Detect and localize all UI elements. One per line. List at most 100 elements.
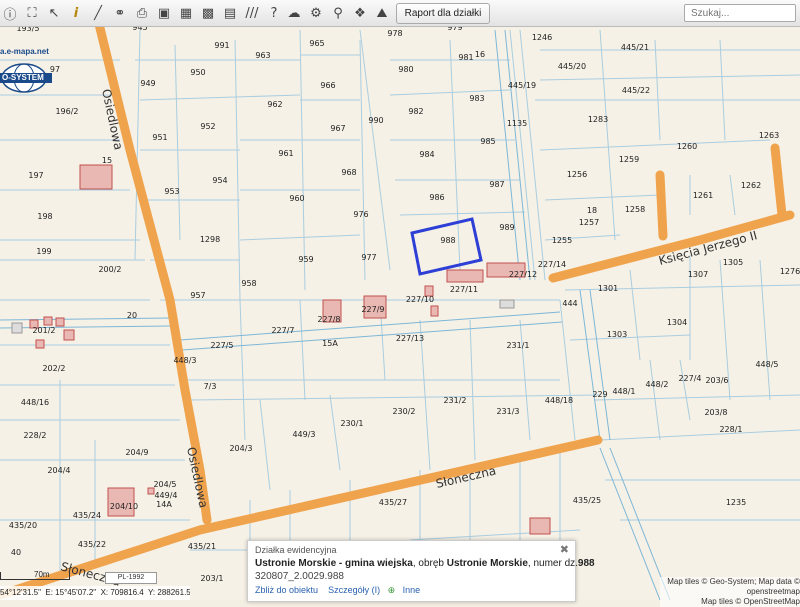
coord-x: X: 709816.4 xyxy=(100,588,144,597)
plot-number-label: 1298 xyxy=(200,235,220,244)
plot-number-label: 991 xyxy=(214,41,229,50)
popup-description: Ustronie Morskie - gmina wiejska, obręb … xyxy=(255,558,595,569)
plot-number-label: 962 xyxy=(267,100,282,109)
road-label-osiedlowa-bottom: Osiedlowa xyxy=(184,446,211,509)
zoom-search-icon[interactable]: ⚲ xyxy=(328,3,348,23)
window-icon[interactable]: ▩ xyxy=(198,3,218,23)
layers-icon[interactable]: ▤ xyxy=(220,3,240,23)
geo-system-logo[interactable]: O-SYSTEM xyxy=(0,62,52,94)
plot-number-label: 963 xyxy=(255,51,270,60)
map-canvas[interactable]: Osiedlowa Słoneczna Księcia Jerzego II O… xyxy=(0,0,800,600)
coordinates-readout: 54°12'31.5" E: 15°45'07.2" X: 709816.4 Y… xyxy=(0,586,190,600)
plot-number-label: 445/22 xyxy=(622,86,650,95)
selected-parcel-988[interactable] xyxy=(410,217,483,276)
plot-number-label: 20 xyxy=(127,311,137,320)
scale-text: 70m xyxy=(34,570,50,579)
plot-number-label: 966 xyxy=(320,81,335,90)
plot-number-label: 984 xyxy=(419,150,434,159)
plot-number-label: 1257 xyxy=(579,218,599,227)
plot-number-label: 228/1 xyxy=(719,425,742,434)
attribution-line-3: Map tiles © OpenStreetMap xyxy=(701,597,800,606)
plot-number-label: 990 xyxy=(368,116,383,125)
plot-number-label: 198 xyxy=(37,212,52,221)
plot-number-label: 445/20 xyxy=(558,62,586,71)
plot-number-label: 448/5 xyxy=(755,360,778,369)
plot-number-label: 967 xyxy=(330,124,345,133)
plot-number-label: 957 xyxy=(190,291,205,300)
info-icon[interactable]: ⓘ xyxy=(0,3,20,23)
help-icon[interactable]: ? xyxy=(264,3,284,23)
plot-number-label: 203/6 xyxy=(705,376,728,385)
plot-number-label: 227/14 xyxy=(538,260,566,269)
plot-number-label: 227/13 xyxy=(396,334,424,343)
projection-select[interactable]: PL-1992 xyxy=(105,572,157,584)
plot-number-label: 959 xyxy=(298,255,313,264)
plot-number-label: 444 xyxy=(562,299,577,308)
select-arrow-icon[interactable]: ↖ xyxy=(44,3,64,23)
sail-icon[interactable]: ⛰ xyxy=(372,3,392,23)
close-icon[interactable]: ✖ xyxy=(560,543,569,556)
image-icon[interactable]: ▦ xyxy=(176,3,196,23)
plot-number-label: 448/2 xyxy=(645,380,668,389)
cloud-icon[interactable]: ☁ xyxy=(284,3,304,23)
plot-number-label: 960 xyxy=(289,194,304,203)
plot-number-label: 1255 xyxy=(552,236,572,245)
popup-parcel-id: 320807_2.0029.988 xyxy=(255,571,344,582)
info-italic-icon[interactable]: i xyxy=(66,3,86,23)
fullscreen-icon[interactable]: ⛶ xyxy=(22,3,42,23)
search-input[interactable] xyxy=(684,4,796,22)
plot-number-label: 1303 xyxy=(607,330,627,339)
popup-district: Ustronie Morskie xyxy=(446,558,528,569)
plot-number-label: 988 xyxy=(440,236,455,245)
plot-number-label: 981 xyxy=(458,53,473,62)
plot-number-label: 982 xyxy=(408,107,423,116)
logo-url-text: a.e-mapa.net xyxy=(0,47,49,56)
coord-lon: E: 15°45'07.2" xyxy=(45,588,97,597)
plot-number-label: 18 xyxy=(587,206,597,215)
pin-icon[interactable]: ❖ xyxy=(350,3,370,23)
plot-number-label: 985 xyxy=(480,137,495,146)
plot-number-label: 231/2 xyxy=(443,396,466,405)
plot-number-label: 435/24 xyxy=(73,511,101,520)
print-icon[interactable]: ⎙ xyxy=(132,3,152,23)
plot-number-label: 958 xyxy=(241,279,256,288)
plot-number-label: 201/2 xyxy=(32,326,55,335)
plot-number-label: 448/16 xyxy=(21,398,49,407)
plot-number-label: 952 xyxy=(200,122,215,131)
gallery-icon[interactable]: ▣ xyxy=(154,3,174,23)
plot-number-label: 7/3 xyxy=(204,382,217,391)
settings-icon[interactable]: ⚙ xyxy=(306,3,326,23)
plot-number-label: 1304 xyxy=(667,318,687,327)
plot-number-label: 1301 xyxy=(598,284,618,293)
plot-number-label: 203/1 xyxy=(200,574,223,583)
plot-number-label: 227/10 xyxy=(406,295,434,304)
measure-line-icon[interactable]: ╱ xyxy=(88,3,108,23)
plot-number-label: 228/2 xyxy=(23,431,46,440)
zoom-to-object-link[interactable]: Zbliż do obiektu xyxy=(255,585,318,595)
plot-number-label: 204/3 xyxy=(229,444,252,453)
plot-number-label: 197 xyxy=(28,171,43,180)
plot-number-label: 203/8 xyxy=(704,408,727,417)
plot-number-label: 968 xyxy=(341,168,356,177)
plot-number-label: 448/3 xyxy=(173,356,196,365)
report-button[interactable]: Raport dla działki xyxy=(396,3,490,24)
plot-number-label: 950 xyxy=(190,68,205,77)
hatch-icon[interactable]: /// xyxy=(242,3,262,23)
other-link[interactable]: Inne xyxy=(403,585,421,595)
plot-number-label: 986 xyxy=(429,193,444,202)
plot-number-label: 14A xyxy=(156,500,172,509)
plot-number-label: 1307 xyxy=(688,270,708,279)
toolbar: ⓘ ⛶ ↖ i ╱ ⚭ ⎙ ▣ ▦ ▩ ▤ /// ? ☁ ⚙ ⚲ ❖ ⛰ Ra… xyxy=(0,0,800,27)
popup-links: Zbliż do obiektu Szczegóły (I) ⊕ Inne xyxy=(255,585,420,596)
link-icon[interactable]: ⚭ xyxy=(110,3,130,23)
plot-number-label: 230/1 xyxy=(340,419,363,428)
plot-number-label: 1256 xyxy=(567,170,587,179)
details-link[interactable]: Szczegóły (I) xyxy=(328,585,380,595)
plot-number-label: 227/8 xyxy=(317,315,340,324)
add-icon[interactable]: ⊕ xyxy=(388,585,396,595)
plot-number-label: 1261 xyxy=(693,191,713,200)
plot-number-label: 965 xyxy=(309,39,324,48)
shed xyxy=(11,322,23,334)
plot-number-label: 448/18 xyxy=(545,396,573,405)
map-svg: Osiedlowa Słoneczna Księcia Jerzego II O… xyxy=(0,15,800,600)
